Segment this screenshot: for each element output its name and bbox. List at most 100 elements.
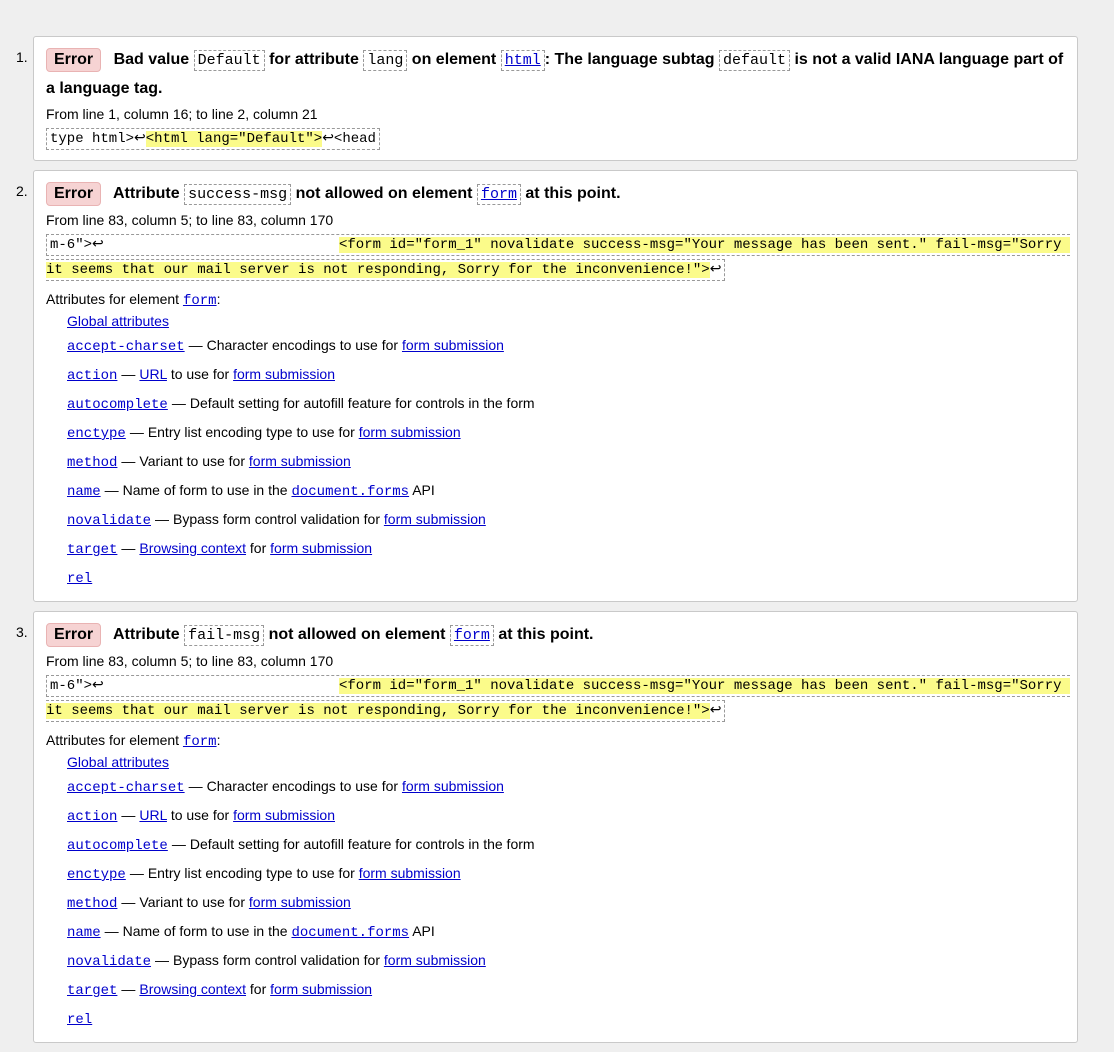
message-1: 1. Error Bad value Default for attribute… [16,36,1078,161]
form-submission-link[interactable]: form submission [270,981,372,997]
element-link-form[interactable]: form [449,625,494,646]
dash: — [121,540,136,556]
message-number: 2. [16,183,28,199]
error-badge: Error [46,48,102,72]
dash: — [104,482,119,498]
attr-item-name: name — Name of form to use in the document… [67,477,1065,506]
attr-desc: Bypass form control validation for [173,511,380,527]
attr-item-action: action — URL to use for form submission [67,802,1065,831]
form-submission-link[interactable]: form submission [359,865,461,881]
attr-item-rel: rel [67,564,1065,593]
element-link-html[interactable]: html [500,50,545,71]
attr-link-rel[interactable]: rel [67,1012,92,1028]
attr-desc: Character encodings to use for [206,337,399,353]
attr-link-method[interactable]: method [67,896,117,912]
attributes-title-text: Attributes for element [46,291,180,307]
url-link[interactable]: URL [139,366,167,382]
element-link-form[interactable]: form [476,184,521,205]
dash: — [155,511,170,527]
url-link[interactable]: URL [139,807,167,823]
attr-desc: Character encodings to use for [206,778,399,794]
dash: — [171,836,186,852]
document-forms-link[interactable]: document.forms [291,484,409,500]
attr-item-novalidate: novalidate — Bypass form control validatio… [67,506,1065,535]
error-badge: Error [46,623,102,647]
attr-link-accept-charset[interactable]: accept-charset [67,780,185,796]
dash: — [188,337,203,353]
form-submission-link[interactable]: form submission [384,952,486,968]
form-submission-link[interactable]: form submission [249,894,351,910]
attributes-list: Global attributes accept-charset — Charact… [46,752,1065,1034]
attr-link-enctype[interactable]: enctype [67,867,126,883]
value-code: Default [193,50,265,71]
dash: — [121,807,136,823]
attributes-title: Attributes for element form: [46,289,1065,311]
global-attributes-link[interactable]: Global attributes [67,313,169,329]
colon: : [216,291,221,307]
attr-desc: API [412,482,435,498]
message-card: Error Bad value Default for attribute la… [33,36,1078,161]
attr-item-target: target — Browsing context for form submiss… [67,535,1065,564]
form-submission-link[interactable]: form submission [233,807,335,823]
browsing-context-link[interactable]: Browsing context [139,981,246,997]
form-submission-link[interactable]: form submission [270,540,372,556]
attr-desc: Default setting for autofill feature for… [189,836,535,852]
attr-desc: Entry list encoding type to use for [147,865,355,881]
form-submission-link[interactable]: form submission [359,424,461,440]
attr-link-novalidate[interactable]: novalidate [67,513,151,529]
dash: — [188,778,203,794]
message-heading: Error Attribute success-msg not allowed … [46,180,1065,209]
message-heading: Error Attribute fail-msg not allowed on … [46,621,1065,650]
attr-link-autocomplete[interactable]: autocomplete [67,838,168,854]
attr-desc: Name of form to use in the [122,482,288,498]
attr-item-action: action — URL to use for form submission [67,361,1065,390]
attr-item-method: method — Variant to use for form submissio… [67,889,1065,918]
attr-link-method[interactable]: method [67,455,117,471]
extract-pre: type html>↩ [50,131,146,147]
attr-link-name[interactable]: name [67,925,101,941]
element-link-form[interactable]: form [183,734,217,750]
heading-text: Attribute [112,185,180,202]
attr-item-enctype: enctype — Entry list encoding type to use … [67,419,1065,448]
extract-post: ↩ [709,703,722,719]
attr-link-rel[interactable]: rel [67,571,92,587]
dash: — [121,894,136,910]
heading-text: at this point. [525,185,621,202]
form-submission-link[interactable]: form submission [233,366,335,382]
attr-link-action[interactable]: action [67,368,117,384]
heading-text: not allowed on element [295,185,473,202]
attr-item-novalidate: novalidate — Bypass form control validatio… [67,947,1065,976]
attr-link-autocomplete[interactable]: autocomplete [67,397,168,413]
attr-link-novalidate[interactable]: novalidate [67,954,151,970]
attr-link-target[interactable]: target [67,542,117,558]
attr-desc: Name of form to use in the [122,923,288,939]
form-submission-link[interactable]: form submission [384,511,486,527]
message-number: 3. [16,624,28,640]
attr-link-name[interactable]: name [67,484,101,500]
form-submission-link[interactable]: form submission [402,778,504,794]
attr-item-method: method — Variant to use for form submissio… [67,448,1065,477]
extract-post: ↩ [709,262,722,278]
attr-link-action[interactable]: action [67,809,117,825]
attr-desc: Entry list encoding type to use for [147,424,355,440]
attr-link-accept-charset[interactable]: accept-charset [67,339,185,355]
form-submission-link[interactable]: form submission [249,453,351,469]
heading-text: on element [411,51,497,68]
dash: — [121,366,136,382]
browsing-context-link[interactable]: Browsing context [139,540,246,556]
form-submission-link[interactable]: form submission [402,337,504,353]
location-text: From line 83, column 5; to line 83, colu… [46,212,334,228]
dash: — [129,424,144,440]
attr-desc: API [412,923,435,939]
element-link-form[interactable]: form [183,293,217,309]
attr-link-enctype[interactable]: enctype [67,426,126,442]
document-forms-link[interactable]: document.forms [291,925,409,941]
global-attributes-link[interactable]: Global attributes [67,754,169,770]
attribute-code: success-msg [184,184,292,205]
heading-text: Bad value [113,51,190,68]
attr-link-target[interactable]: target [67,983,117,999]
heading-text: not allowed on element [268,626,446,643]
attr-item-global: Global attributes [67,752,1065,773]
attr-desc: Variant to use for [139,453,245,469]
attr-item-target: target — Browsing context for form submiss… [67,976,1065,1005]
